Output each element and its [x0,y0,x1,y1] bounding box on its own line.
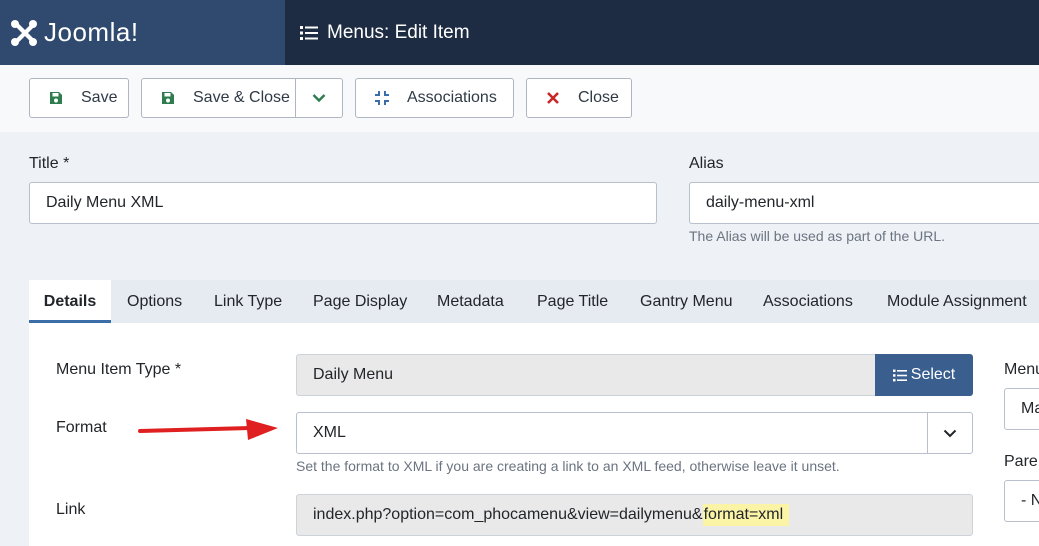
associations-label: Associations [407,89,497,106]
close-icon [545,90,561,106]
list-icon [892,369,907,381]
save-options-dropdown-button[interactable] [295,78,343,118]
page-title-text: Menus: Edit Item [327,21,470,43]
tab-page-display[interactable]: Page Display [313,280,407,323]
format-help-text: Set the format to XML if you are creatin… [296,458,840,474]
link-value-prefix: index.php?option=com_phocamenu&view=dail… [313,506,703,523]
save-close-button[interactable]: Save & Close [141,78,296,118]
alias-label: Alias [689,155,724,172]
associations-button[interactable]: Associations [355,78,514,118]
format-select-value: XML [313,424,346,441]
select-label: Select [910,366,956,383]
format-label: Format [56,419,107,436]
toolbar: Save Save & Close Associations Close [0,65,1039,132]
select-menu-item-type-button[interactable]: Select [875,354,973,396]
menu-item-type-label: Menu Item Type * [56,361,182,378]
link-label: Link [56,501,86,518]
tab-link-type[interactable]: Link Type [214,280,282,323]
parent-item-select[interactable]: - N [1004,480,1039,522]
save-button[interactable]: Save [29,78,129,118]
close-button[interactable]: Close [526,78,632,118]
menu-item-type-field: Daily Menu [296,354,876,396]
chevron-down-icon [312,94,326,103]
red-arrow-annotation-icon [138,419,278,440]
menu-select[interactable]: Ma [1004,388,1039,430]
title-input[interactable]: Daily Menu XML [29,182,657,224]
tab-page-title[interactable]: Page Title [537,280,608,323]
menu-label: Menu [1004,361,1039,378]
format-select[interactable]: XML [296,412,973,454]
save-close-label: Save & Close [193,89,290,106]
compress-icon [374,90,390,106]
alias-input[interactable]: daily-menu-xml [689,182,1039,224]
save-icon [160,90,176,106]
page-title: Menus: Edit Item [300,0,470,65]
tab-bar: Details Options Link Type Page Display M… [29,280,1039,324]
link-field: index.php?option=com_phocamenu&view=dail… [296,494,973,536]
joomla-logo-icon [11,19,37,46]
tab-options[interactable]: Options [127,280,182,323]
parent-item-label: Pare [1004,453,1038,470]
header-bar: Joomla! Menus: Edit Item [0,0,1039,65]
list-icon [300,25,318,40]
tab-module-assignment[interactable]: Module Assignment [887,280,1027,323]
close-label: Close [578,89,619,106]
chevron-down-icon [927,413,972,453]
logo[interactable]: Joomla! [0,0,285,65]
tab-associations[interactable]: Associations [763,280,853,323]
logo-text: Joomla! [44,17,139,47]
title-label: Title * [29,155,70,172]
link-value-highlight: format=xml [702,504,790,526]
save-icon [48,90,64,106]
tab-details[interactable]: Details [29,280,111,323]
alias-help-text: The Alias will be used as part of the UR… [689,228,946,244]
tab-metadata[interactable]: Metadata [437,280,504,323]
tab-gantry-menu[interactable]: Gantry Menu [640,280,732,323]
save-label: Save [81,89,118,106]
